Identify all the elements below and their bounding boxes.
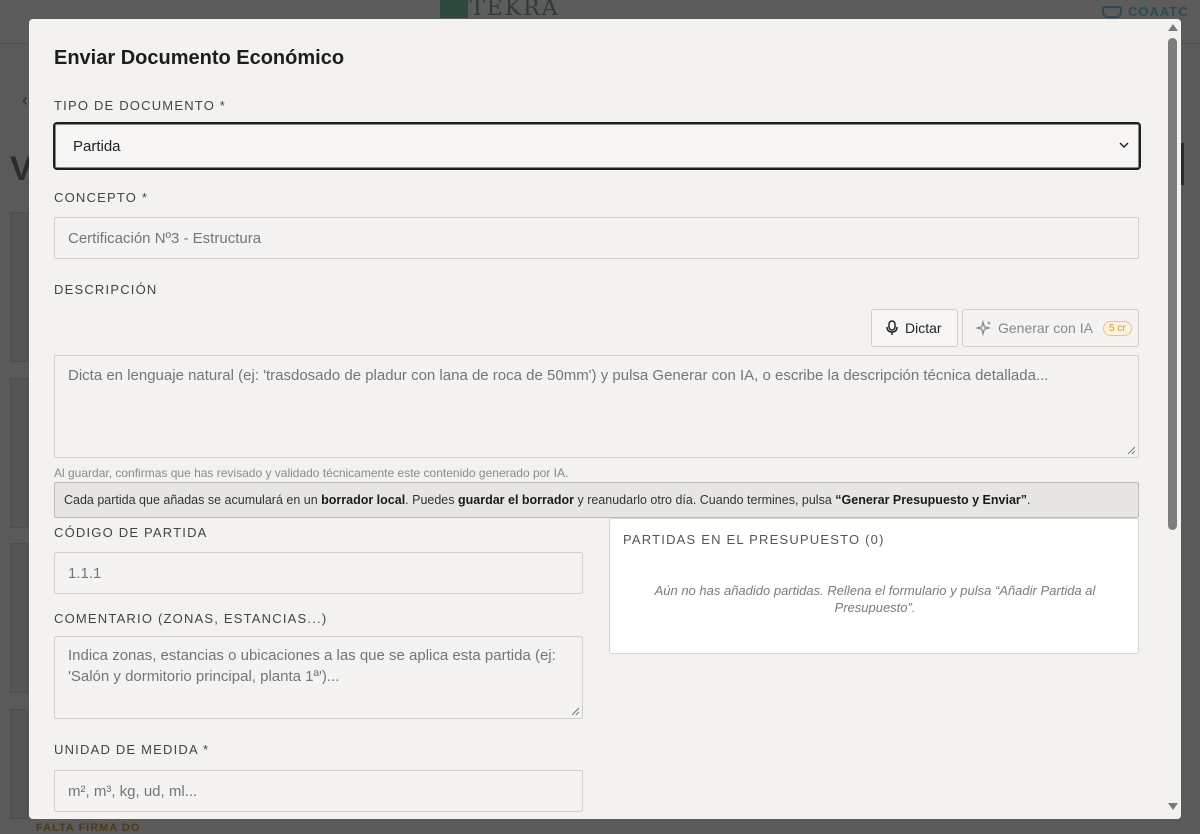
concept-value: Certificación Nº3 - Estructura <box>68 230 262 247</box>
resize-grip-icon[interactable] <box>571 707 579 715</box>
background-card <box>10 709 28 819</box>
document-type-value: Partida <box>73 138 121 155</box>
description-placeholder: Dicta en lenguaje natural (ej: 'trasdosa… <box>68 367 1049 384</box>
unit-placeholder: m², m³, kg, ud, ml... <box>68 783 198 800</box>
budget-items-panel: PARTIDAS EN EL PRESUPUESTO (0) Aún no ha… <box>609 518 1139 654</box>
info-text: . Puedes <box>405 493 458 507</box>
draft-info-bar: Cada partida que añadas se acumulará en … <box>54 482 1139 518</box>
unit-label: UNIDAD DE MEDIDA * <box>54 742 210 757</box>
app-logo: TEKRA <box>470 0 560 18</box>
credits-badge: 5 cr <box>1102 320 1132 336</box>
logo-mark-icon <box>440 0 468 18</box>
chevron-down-icon <box>1119 142 1129 149</box>
resize-grip-icon[interactable] <box>1127 446 1135 454</box>
concept-label: CONCEPTO * <box>54 190 149 205</box>
item-code-label: CÓDIGO DE PARTIDA <box>54 525 208 540</box>
item-code-input[interactable]: 1.1.1 <box>54 552 583 594</box>
description-textarea[interactable]: Dicta en lenguaje natural (ej: 'trasdosa… <box>54 355 1139 458</box>
comment-placeholder: Indica zonas, estancias o ubicaciones a … <box>68 647 556 685</box>
modal-content: Enviar Documento Económico TIPO DE DOCUM… <box>29 19 1165 819</box>
description-label: DESCRIPCIÓN <box>54 282 158 297</box>
graduation-cap-icon <box>1102 5 1122 18</box>
sparkles-icon <box>976 320 992 336</box>
document-type-label: TIPO DE DOCUMENTO * <box>54 98 227 113</box>
background-card <box>10 212 28 362</box>
info-bold-generate: “Generar Presupuesto y Enviar” <box>835 493 1028 507</box>
org-name: COAATC <box>1128 4 1189 19</box>
send-economic-document-modal: Enviar Documento Económico TIPO DE DOCUM… <box>29 19 1181 819</box>
info-text: y reanudarlo otro día. Cuando termines, … <box>574 493 836 507</box>
background-card <box>10 543 28 693</box>
unit-input[interactable]: m², m³, kg, ud, ml... <box>54 770 583 812</box>
item-code-placeholder: 1.1.1 <box>68 565 102 582</box>
dictate-button[interactable]: Dictar <box>871 309 958 347</box>
background-card <box>10 378 28 528</box>
microphone-icon <box>886 320 898 335</box>
modal-title: Enviar Documento Económico <box>54 47 345 69</box>
info-text: Cada partida que añadas se acumulará en … <box>64 493 322 507</box>
scroll-down-arrow-icon[interactable] <box>1168 803 1178 810</box>
scroll-up-arrow-icon[interactable] <box>1168 24 1178 31</box>
back-arrow-icon: ‹ <box>22 90 28 110</box>
info-bold-save-draft: guardar el borrador <box>458 493 574 507</box>
modal-scrollbar[interactable] <box>1165 19 1181 819</box>
dictate-label: Dictar <box>905 320 942 336</box>
generate-ai-button[interactable]: Generar con IA 5 cr <box>962 309 1139 347</box>
info-bold-local-draft: borrador local <box>321 493 406 507</box>
background-status-text: FALTA FIRMA DO <box>36 822 141 834</box>
document-type-select[interactable]: Partida <box>53 122 1141 170</box>
org-badge: COAATC <box>1102 4 1189 19</box>
ai-validation-note: Al guardar, confirmas que has revisado y… <box>54 466 569 480</box>
generate-ai-label: Generar con IA <box>998 320 1093 336</box>
budget-items-empty-state: Aún no has añadido partidas. Rellena el … <box>654 583 1096 615</box>
budget-items-title: PARTIDAS EN EL PRESUPUESTO (0) <box>623 532 885 547</box>
scroll-thumb[interactable] <box>1168 38 1177 530</box>
comment-label: COMENTARIO (ZONAS, ESTANCIAS...) <box>54 611 328 626</box>
comment-textarea[interactable]: Indica zonas, estancias o ubicaciones a … <box>54 636 583 719</box>
info-text: . <box>1027 493 1031 507</box>
concept-input[interactable]: Certificación Nº3 - Estructura <box>54 217 1139 259</box>
